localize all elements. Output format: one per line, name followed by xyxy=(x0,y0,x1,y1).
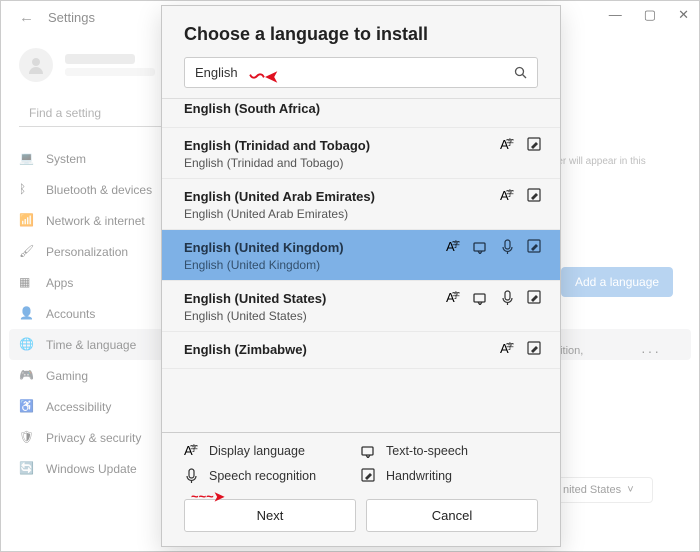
speech-recognition-icon xyxy=(500,290,515,305)
display-language-icon xyxy=(446,290,461,305)
handwriting-icon xyxy=(527,188,542,203)
speech-recognition-icon xyxy=(184,468,199,483)
text-to-speech-icon xyxy=(361,443,376,458)
search-icon xyxy=(514,66,527,79)
language-install-dialog: Choose a language to install English (So… xyxy=(161,5,561,547)
settings-search-input xyxy=(19,100,164,127)
list-item[interactable]: English (United Arab Emirates) English (… xyxy=(162,179,560,230)
display-language-icon xyxy=(500,188,515,203)
maximize-icon: ▢ xyxy=(644,7,656,23)
language-search-box[interactable] xyxy=(184,57,538,88)
list-item[interactable]: English (United States) English (United … xyxy=(162,281,560,332)
display-language-icon xyxy=(500,341,515,356)
user-name-blur xyxy=(65,54,135,64)
right-hint: rer will appear in this xyxy=(554,156,646,167)
next-button[interactable]: Next xyxy=(184,499,356,532)
list-item-selected[interactable]: English (United Kingdom) English (United… xyxy=(162,230,560,281)
dialog-title: Choose a language to install xyxy=(162,6,560,57)
display-language-icon xyxy=(446,239,461,254)
handwriting-icon xyxy=(527,239,542,254)
window-title: Settings xyxy=(48,10,95,25)
list-item[interactable]: English (Zimbabwe) xyxy=(162,332,560,369)
handwriting-icon xyxy=(527,290,542,305)
handwriting-icon xyxy=(527,137,542,152)
handwriting-icon xyxy=(361,468,376,483)
right-dropdown: nited States ˅ xyxy=(554,477,653,503)
list-item[interactable]: English (Trinidad and Tobago) English (T… xyxy=(162,128,560,179)
minimize-icon: — xyxy=(609,7,622,23)
back-icon: ← xyxy=(19,9,34,26)
handwriting-icon xyxy=(527,341,542,356)
close-icon: ✕ xyxy=(678,7,689,23)
language-list: English (South Africa) English (Trinidad… xyxy=(162,98,560,432)
feature-legend: Display language Text-to-speech Speech r… xyxy=(162,432,560,489)
text-to-speech-icon xyxy=(473,239,488,254)
text-to-speech-icon xyxy=(473,290,488,305)
window-controls: — ▢ ✕ xyxy=(609,7,689,23)
cancel-button[interactable]: Cancel xyxy=(366,499,538,532)
language-search-input[interactable] xyxy=(195,65,514,80)
list-item[interactable]: English (South Africa) xyxy=(162,99,560,128)
display-language-icon xyxy=(184,443,199,458)
display-language-icon xyxy=(500,137,515,152)
add-language-button: Add a language xyxy=(561,267,673,297)
user-sub-blur xyxy=(65,68,155,76)
more-icon: ··· xyxy=(641,343,661,359)
avatar xyxy=(19,48,53,82)
speech-recognition-icon xyxy=(500,239,515,254)
